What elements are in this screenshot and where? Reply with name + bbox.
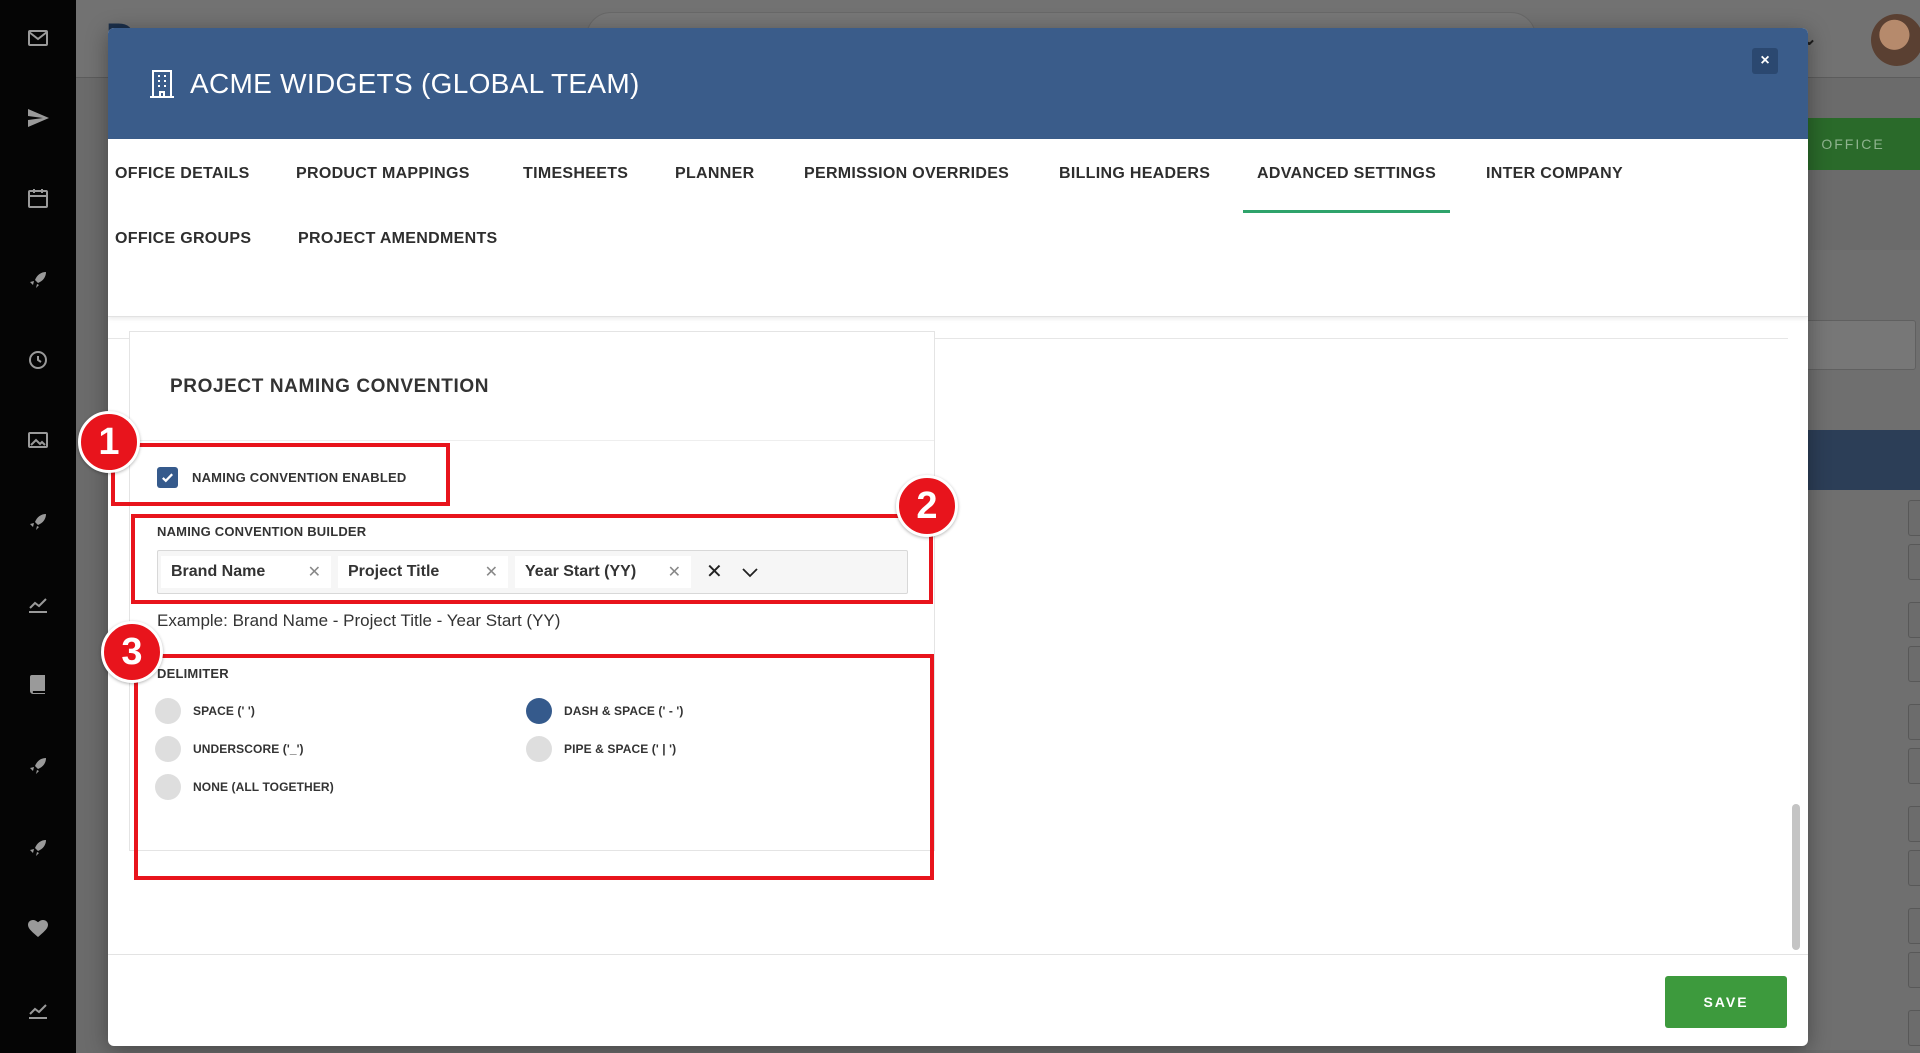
clock-icon[interactable] xyxy=(22,344,54,376)
left-nav-rail xyxy=(0,0,76,1053)
annotation-badge-2: 2 xyxy=(896,475,958,537)
annotation-box-2 xyxy=(131,514,933,604)
pencil-icon: ✎ xyxy=(1908,748,1920,784)
annotation-badge-3: 3 xyxy=(101,621,163,683)
rocket-icon[interactable] xyxy=(22,832,54,864)
rocket-icon[interactable] xyxy=(22,506,54,538)
trash-icon: 🗑 xyxy=(1908,602,1920,638)
building-icon xyxy=(150,69,174,98)
tab-billing-headers[interactable]: BILLING HEADERS xyxy=(1059,165,1210,183)
tab-project-amendments[interactable]: PROJECT AMENDMENTS xyxy=(298,230,498,248)
tab-office-groups[interactable]: OFFICE GROUPS xyxy=(115,230,251,248)
divider xyxy=(130,440,934,441)
pencil-icon: ✎ xyxy=(1908,646,1920,682)
heart-icon[interactable] xyxy=(22,912,54,944)
send-icon[interactable] xyxy=(22,102,54,134)
image-icon[interactable] xyxy=(22,424,54,456)
trash-icon: 🗑 xyxy=(1908,500,1920,536)
trash-icon: 🗑 xyxy=(1908,908,1920,944)
chart-line-icon[interactable] xyxy=(22,994,54,1026)
naming-example-text: Example: Brand Name - Project Title - Ye… xyxy=(157,611,561,630)
pencil-icon: ✎ xyxy=(1908,850,1920,886)
rocket-icon[interactable] xyxy=(22,750,54,782)
avatar xyxy=(1871,14,1920,66)
close-icon: × xyxy=(1760,52,1770,69)
scrollbar-thumb[interactable] xyxy=(1792,804,1800,950)
calendar-icon[interactable] xyxy=(22,182,54,214)
trash-icon: 🗑 xyxy=(1908,806,1920,842)
save-button[interactable]: SAVE xyxy=(1665,976,1787,1028)
tab-product-mappings[interactable]: PRODUCT MAPPINGS xyxy=(296,165,470,183)
close-button[interactable]: × xyxy=(1752,48,1778,74)
chart-line-icon[interactable] xyxy=(22,588,54,620)
book-icon[interactable] xyxy=(22,668,54,700)
annotation-box-1 xyxy=(111,443,450,506)
background-select xyxy=(1806,320,1916,370)
modal-header: ACME WIDGETS (GLOBAL TEAM) × xyxy=(108,28,1808,139)
background-table-header xyxy=(1806,430,1920,490)
annotation-badge-1: 1 xyxy=(78,411,140,473)
trash-icon: 🗑 xyxy=(1908,704,1920,740)
tab-timesheets[interactable]: TIMESHEETS xyxy=(523,165,628,183)
footer-divider xyxy=(108,954,1808,955)
tab-advanced-settings[interactable]: ADVANCED SETTINGS xyxy=(1242,165,1451,213)
pencil-icon: ✎ xyxy=(1908,544,1920,580)
trash-icon: 🗑 xyxy=(1908,1010,1920,1046)
tab-inter-company[interactable]: INTER COMPANY xyxy=(1486,165,1623,183)
mail-icon[interactable] xyxy=(22,22,54,54)
tab-planner[interactable]: PLANNER xyxy=(675,165,754,183)
annotation-box-3 xyxy=(134,654,934,880)
rocket-icon[interactable] xyxy=(22,264,54,296)
pencil-icon: ✎ xyxy=(1908,952,1920,988)
tab-permission-overrides[interactable]: PERMISSION OVERRIDES xyxy=(804,165,1009,183)
background-side-panel xyxy=(1806,250,1920,1050)
modal-title: ACME WIDGETS (GLOBAL TEAM) xyxy=(190,67,640,99)
settings-tab-bar: OFFICE DETAILS PRODUCT MAPPINGS TIMESHEE… xyxy=(108,139,1808,317)
section-title: PROJECT NAMING CONVENTION xyxy=(170,376,490,397)
tab-office-details[interactable]: OFFICE DETAILS xyxy=(115,165,250,183)
